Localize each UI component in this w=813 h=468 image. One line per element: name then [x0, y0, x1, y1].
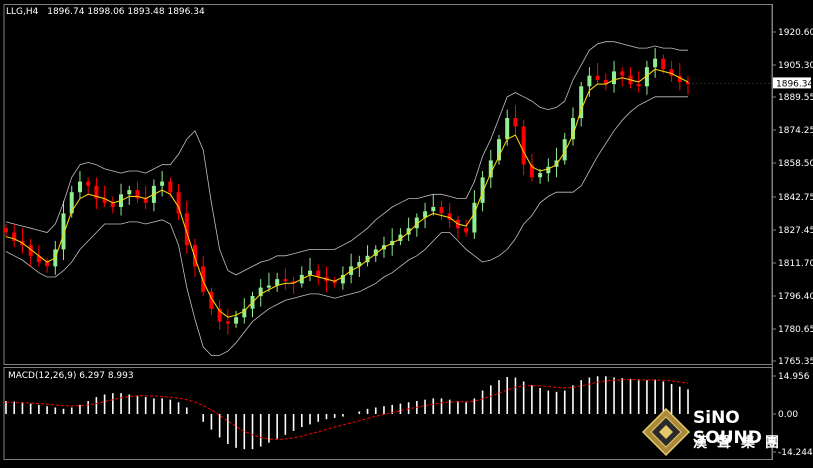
candle-body: [308, 270, 312, 275]
symbol-label: LLG,H4: [6, 7, 39, 17]
candle-body: [505, 118, 510, 140]
candle-body: [686, 82, 690, 85]
candle-body: [45, 262, 50, 267]
bollinger-bands: [5, 41, 689, 356]
candle-body: [86, 181, 91, 186]
candle-body: [612, 71, 616, 85]
candle-body: [488, 160, 493, 178]
price-tick-label: 1842.75: [778, 193, 813, 203]
candle-body: [431, 207, 436, 212]
ohlc-values: 1896.74 1898.06 1893.48 1896.34: [47, 7, 205, 17]
candle-body: [127, 190, 132, 195]
price-tick-label: 1796.40: [778, 292, 813, 302]
candle-body: [316, 270, 321, 277]
ma-line: [5, 68, 689, 318]
candle-body: [653, 58, 658, 68]
sino-sound-logo: SiNO SOUND 漢聲集團: [641, 404, 809, 460]
macd-tick-label: 14.956: [778, 372, 810, 382]
candle-body: [472, 202, 477, 233]
candle-body: [636, 84, 641, 87]
candle-body: [110, 202, 115, 207]
candle-body: [225, 321, 230, 324]
macd-label: MACD(12,26,9) 6.297 8.993: [8, 371, 134, 381]
candle-body: [587, 75, 592, 87]
candle-body: [538, 173, 543, 178]
candle-body: [4, 228, 8, 233]
candle-body: [513, 118, 518, 127]
candle-body: [160, 181, 165, 186]
candle-body: [234, 317, 239, 324]
candle-body: [69, 192, 74, 214]
candle-body: [595, 75, 600, 80]
macd-indicator: [5, 376, 689, 450]
macd-header: MACD(12,26,9) 6.297 8.993: [8, 371, 134, 381]
candle-body: [168, 181, 173, 193]
diamond-logo-icon: [641, 407, 691, 457]
candle-body: [464, 228, 469, 233]
price-chart-svg[interactable]: 1920.60 1905.30 1889.55 1874.25 1858.50 1842.…: [0, 0, 813, 464]
upper-band-line: [5, 41, 688, 276]
price-tick-label: 1858.50: [778, 159, 813, 169]
macd-signal-line: [5, 379, 689, 441]
candle-body: [521, 126, 526, 165]
candle-body: [439, 207, 444, 214]
chart-header: LLG,H4 1896.74 1898.06 1893.48 1896.34: [6, 7, 205, 17]
candlesticks: [4, 48, 690, 335]
middle-band-line: [5, 68, 689, 318]
price-tick-label: 1827.45: [778, 226, 813, 236]
moving-average: [5, 68, 689, 318]
price-tick-label: 1874.25: [778, 126, 813, 136]
candle-body: [283, 279, 288, 282]
candle-body: [78, 181, 82, 193]
candle-body: [201, 266, 206, 292]
price-tick-label: 1920.60: [778, 28, 813, 38]
candle-body: [143, 198, 148, 203]
current-price-label: 1896.34: [776, 79, 813, 89]
candle-body: [135, 190, 140, 199]
price-tick-label: 1905.30: [778, 61, 813, 71]
price-tick-label: 1889.55: [778, 93, 813, 103]
price-tick-label: 1811.70: [778, 259, 813, 269]
price-panel-frame: [3, 4, 773, 365]
price-tick-label: 1780.65: [778, 325, 813, 335]
lower-band-line: [5, 96, 688, 356]
price-tick-label: 1765.35: [778, 357, 813, 367]
candle-body: [661, 58, 666, 70]
trading-chart[interactable]: 1920.60 1905.30 1889.55 1874.25 1858.50 1842.…: [0, 0, 813, 464]
candle-body: [275, 279, 280, 286]
candle-body: [266, 285, 271, 288]
logo-chinese-text: 漢聲集團: [693, 435, 789, 451]
price-axis: 1920.60 1905.30 1889.55 1874.25 1858.50 1842.…: [688, 28, 813, 367]
candle-body: [620, 71, 625, 76]
